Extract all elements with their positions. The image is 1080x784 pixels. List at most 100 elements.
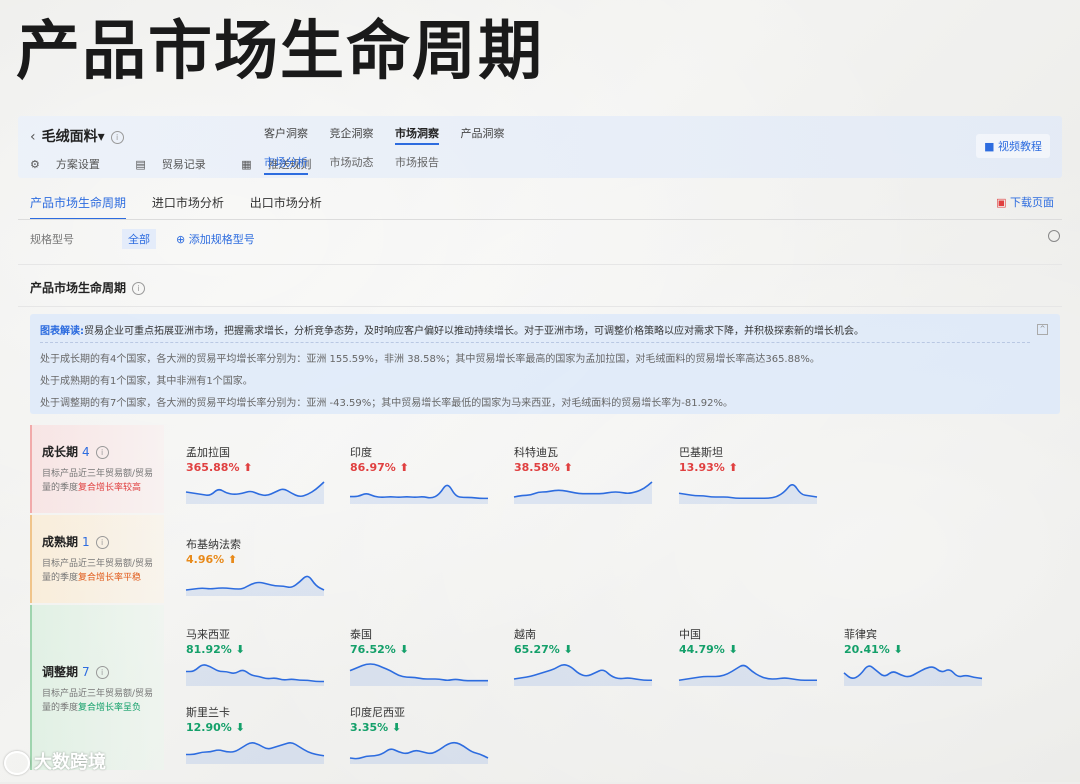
country-name: 越南 [514, 628, 536, 641]
info-icon[interactable]: i [110, 130, 124, 144]
tab-market-analysis[interactable]: 市场分析 [264, 156, 308, 175]
country-card[interactable]: 科特迪瓦 38.58% ⬆ [513, 444, 664, 524]
link-plan-settings[interactable]: ⚙ 方案设置 [30, 158, 116, 171]
screenshot-panel: ‹ 毛绒面料▾ i ⚙ 方案设置 ▤ 贸易记录 ▦ 推送规则 客户洞察 竞企洞察 市场洞察… [18, 116, 1062, 782]
country-name: 印度 [350, 446, 372, 459]
spec-filter-all[interactable]: 全部 [122, 229, 156, 249]
country-card[interactable]: 印度 86.97% ⬆ [349, 444, 500, 524]
product-name: 毛绒面料 [41, 129, 98, 145]
tab-customer-insight[interactable]: 客户洞察 [264, 127, 308, 140]
country-card[interactable]: 斯里兰卡 12.90% ⬇ [186, 704, 336, 784]
trend-sparkline [349, 663, 488, 686]
stage-count: 7 [82, 665, 90, 679]
growth-rate: 3.35% ⬇ [350, 721, 402, 734]
country-name: 印度尼西亚 [350, 706, 405, 719]
video-tutorial-button[interactable]: ■ 视频教程 [976, 134, 1050, 158]
growth-rate: 365.88% ⬆ [186, 461, 253, 474]
dropdown-icon: ▾ [97, 129, 105, 145]
link-trade-records[interactable]: ▤ 贸易记录 [135, 158, 221, 171]
back-icon[interactable]: ‹ [30, 129, 36, 145]
trend-sparkline [678, 664, 817, 686]
country-name: 马来西亚 [186, 628, 230, 641]
trend-sparkline [678, 484, 818, 504]
trend-sparkline [843, 665, 983, 686]
stage-count: 1 [82, 535, 90, 549]
country-card[interactable]: 孟加拉国 365.88% ⬆ [185, 444, 336, 524]
add-spec-button[interactable]: ⊕ 添加规格型号 [176, 231, 255, 247]
video-icon: ■ [984, 140, 995, 153]
country-name: 孟加拉国 [186, 446, 230, 459]
growth-rate: 38.58% ⬆ [514, 461, 573, 474]
tab-competitor-insight[interactable]: 竞企洞察 [330, 127, 374, 140]
chart-insight-box: 图表解读:贸易企业可重点拓展亚洲市场，把握需求增长，分析竞争态势，及时响应客户偏… [30, 314, 1060, 414]
page-title: 产品市场生命周期 [16, 14, 544, 89]
tab-export-analysis[interactable]: 出口市场分析 [250, 196, 322, 210]
pdf-icon: ▣ [996, 196, 1007, 209]
stage-count: 4 [82, 445, 90, 459]
country-card[interactable]: 菲律宾 20.41% ⬇ [843, 626, 994, 706]
tab-market-news[interactable]: 市场动态 [330, 156, 374, 169]
country-card[interactable]: 中国 44.79% ⬇ [678, 626, 829, 706]
tab-import-analysis[interactable]: 进口市场分析 [152, 196, 224, 210]
info-icon[interactable]: i [132, 282, 146, 295]
country-name: 泰国 [350, 628, 372, 641]
tab-market-insight[interactable]: 市场洞察 [395, 127, 439, 145]
growth-rate: 20.41% ⬇ [844, 643, 903, 656]
country-name: 斯里兰卡 [186, 706, 230, 719]
analysis-tabs: 产品市场生命周期 进口市场分析 出口市场分析 [30, 194, 344, 220]
tab-lifecycle[interactable]: 产品市场生命周期 [30, 196, 127, 220]
growth-rate: 81.92% ⬇ [186, 643, 245, 656]
stage-description: 目标产品近三年贸易额/贸易量的季度复合增长率平稳 [42, 559, 154, 583]
stage-growth: 成长期 4 i 目标产品近三年贸易额/贸易量的季度复合增长率较高 [30, 425, 164, 513]
country-card[interactable]: 马来西亚 81.92% ⬇ [186, 626, 336, 706]
insight-growth: 处于成长期的有4个国家，各大洲的贸易平均增长率分别为：亚洲 155.59%，非洲… [40, 354, 820, 365]
stage-mature: 成熟期 1 i 目标产品近三年贸易额/贸易量的季度复合增长率平稳 [30, 515, 164, 603]
divider [18, 219, 1062, 220]
sparkline-area [350, 742, 488, 764]
country-name: 科特迪瓦 [514, 446, 558, 459]
country-card[interactable]: 泰国 76.52% ⬇ [349, 626, 500, 706]
country-name: 布基纳法索 [186, 538, 241, 551]
tab-market-report[interactable]: 市场报告 [395, 156, 439, 169]
sparkline-area [350, 664, 488, 686]
growth-rate: 86.97% ⬆ [350, 461, 409, 474]
country-card[interactable]: 巴基斯坦 13.93% ⬆ [678, 444, 829, 524]
plus-icon: ⊕ [176, 233, 189, 246]
divider [18, 306, 1062, 307]
trend-sparkline [186, 742, 325, 764]
watermark: 大数跨境 [4, 748, 106, 775]
settings-icon: ⚙ [30, 158, 40, 171]
stage-name: 成长期 [42, 445, 79, 459]
country-name: 菲律宾 [844, 628, 877, 641]
divider [18, 264, 1062, 265]
tab-product-insight[interactable]: 产品洞察 [461, 127, 505, 140]
country-card[interactable]: 越南 65.27% ⬇ [513, 626, 664, 706]
stage-description: 目标产品近三年贸易额/贸易量的季度复合增长率呈负 [42, 689, 154, 713]
collapse-icon[interactable]: ^ [1037, 324, 1048, 335]
growth-rate: 44.79% ⬇ [679, 643, 738, 656]
growth-rate: 13.93% ⬆ [679, 461, 738, 474]
trend-sparkline [186, 664, 324, 686]
insight-mature: 处于成熟期的有1个国家，其中非洲有1个国家。 [40, 376, 253, 387]
growth-rate: 4.96% ⬆ [186, 553, 238, 566]
stage-description: 目标产品近三年贸易额/贸易量的季度复合增长率较高 [42, 469, 154, 493]
download-page-button[interactable]: ▣ 下载页面 [996, 194, 1054, 210]
country-name: 巴基斯坦 [679, 446, 723, 459]
info-icon[interactable]: i [95, 666, 109, 679]
trend-sparkline [349, 741, 489, 764]
top-bar: ‹ 毛绒面料▾ i ⚙ 方案设置 ▤ 贸易记录 ▦ 推送规则 客户洞察 竞企洞察 市场洞察… [18, 116, 1062, 178]
rules-icon: ▦ [241, 158, 252, 171]
info-icon[interactable]: i [95, 536, 109, 549]
info-icon[interactable]: i [95, 446, 109, 459]
country-card[interactable]: 印度尼西亚 3.35% ⬇ [349, 704, 500, 784]
product-selector[interactable]: ‹ 毛绒面料▾ i [30, 126, 124, 146]
divider [40, 342, 1030, 343]
primary-tabs: 客户洞察 竞企洞察 市场洞察 产品洞察 [264, 125, 523, 145]
spec-label: 规格型号 [30, 233, 74, 246]
growth-rate: 12.90% ⬇ [186, 721, 245, 734]
trend-sparkline [513, 664, 652, 686]
stage-name: 调整期 [42, 665, 79, 679]
growth-rate: 65.27% ⬇ [514, 643, 573, 656]
settings-icon[interactable] [1048, 230, 1060, 242]
country-card[interactable]: 布基纳法索 4.96% ⬆ [185, 536, 336, 616]
